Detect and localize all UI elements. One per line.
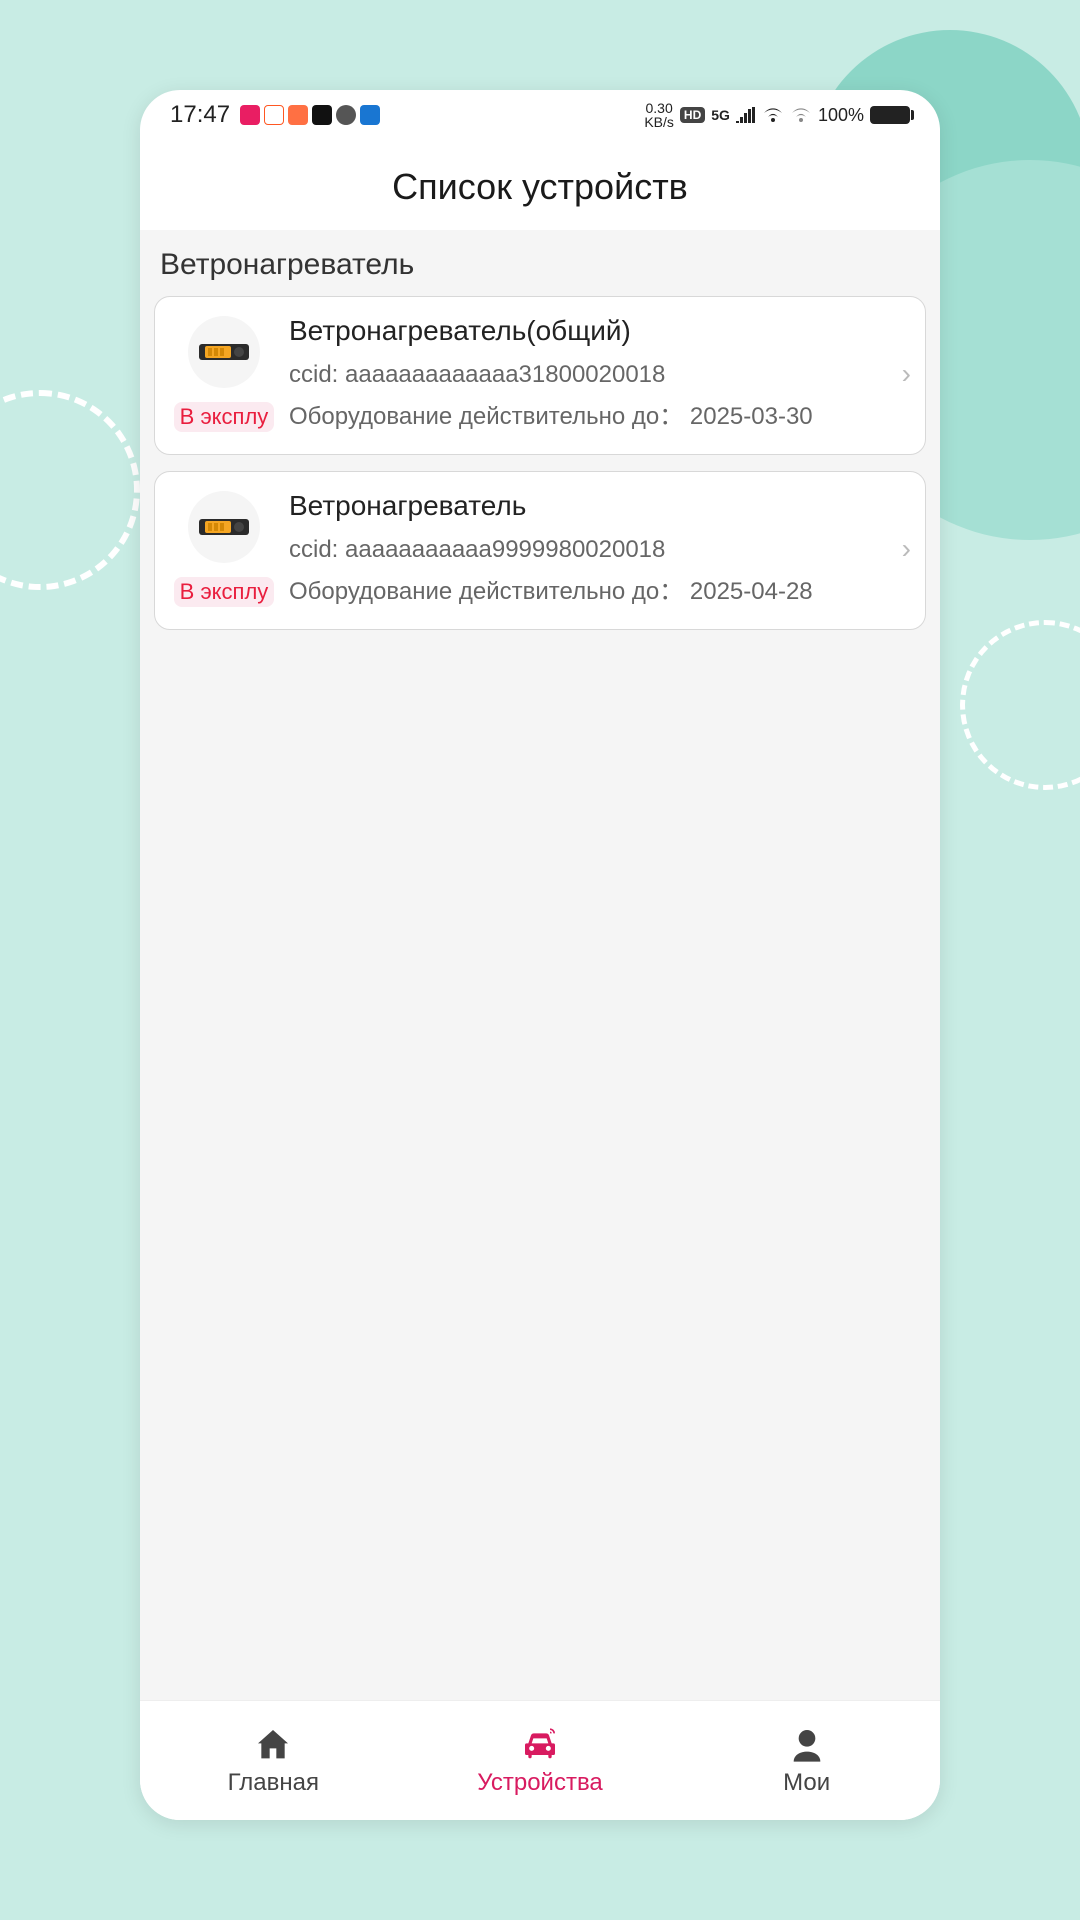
nav-label: Мои <box>783 1769 830 1797</box>
bg-decoration <box>0 390 140 590</box>
status-network: 5G <box>711 107 730 123</box>
content-area: Ветронагреватель В эксплу Ветронагреват <box>140 230 940 1700</box>
device-validity: Оборудование действительно до： 2025-03-3… <box>289 401 888 433</box>
nav-label: Устройства <box>477 1769 603 1797</box>
page-title: Список устройств <box>140 140 940 230</box>
status-bar: 17:47 0.30 KB/s HD 5G 100% <box>140 90 940 140</box>
status-net-speed: 0.30 KB/s <box>644 101 674 129</box>
nav-home[interactable]: Главная <box>140 1701 407 1820</box>
nav-profile[interactable]: Мои <box>673 1701 940 1820</box>
status-badge: В эксплу <box>174 402 275 432</box>
status-battery-pct: 100% <box>818 105 864 126</box>
heater-icon <box>188 316 260 388</box>
nav-label: Главная <box>228 1769 319 1797</box>
signal-icon <box>736 107 756 123</box>
car-icon <box>518 1725 562 1765</box>
status-app-icons <box>240 105 380 125</box>
bg-decoration <box>960 620 1080 790</box>
device-ccid: ccid: aaaaaaaaaaa9999980020018 <box>289 534 888 566</box>
status-hd-badge: HD <box>680 107 705 123</box>
device-card[interactable]: В эксплу Ветронагреватель(общий) ccid: a… <box>154 296 926 455</box>
status-badge: В эксплу <box>174 577 275 607</box>
heater-icon <box>188 491 260 563</box>
battery-icon <box>870 106 910 124</box>
wifi-icon <box>762 106 784 124</box>
phone-frame: 17:47 0.30 KB/s HD 5G 100% Список устрой… <box>140 90 940 1820</box>
bottom-nav: Главная Устройства Мои <box>140 1700 940 1820</box>
section-title: Ветронагреватель <box>140 230 940 296</box>
wifi-icon-2 <box>790 106 812 124</box>
status-time: 17:47 <box>170 101 230 129</box>
chevron-right-icon: › <box>898 358 911 390</box>
device-card[interactable]: В эксплу Ветронагреватель ccid: aaaaaaaa… <box>154 471 926 630</box>
device-validity: Оборудование действительно до： 2025-04-2… <box>289 576 888 608</box>
device-ccid: ccid: aaaaaaaaaaaaa31800020018 <box>289 359 888 391</box>
nav-devices[interactable]: Устройства <box>407 1701 674 1820</box>
chevron-right-icon: › <box>898 533 911 565</box>
home-icon <box>251 1725 295 1765</box>
device-name: Ветронагреватель(общий) <box>289 315 888 347</box>
device-name: Ветронагреватель <box>289 490 888 522</box>
person-icon <box>785 1725 829 1765</box>
